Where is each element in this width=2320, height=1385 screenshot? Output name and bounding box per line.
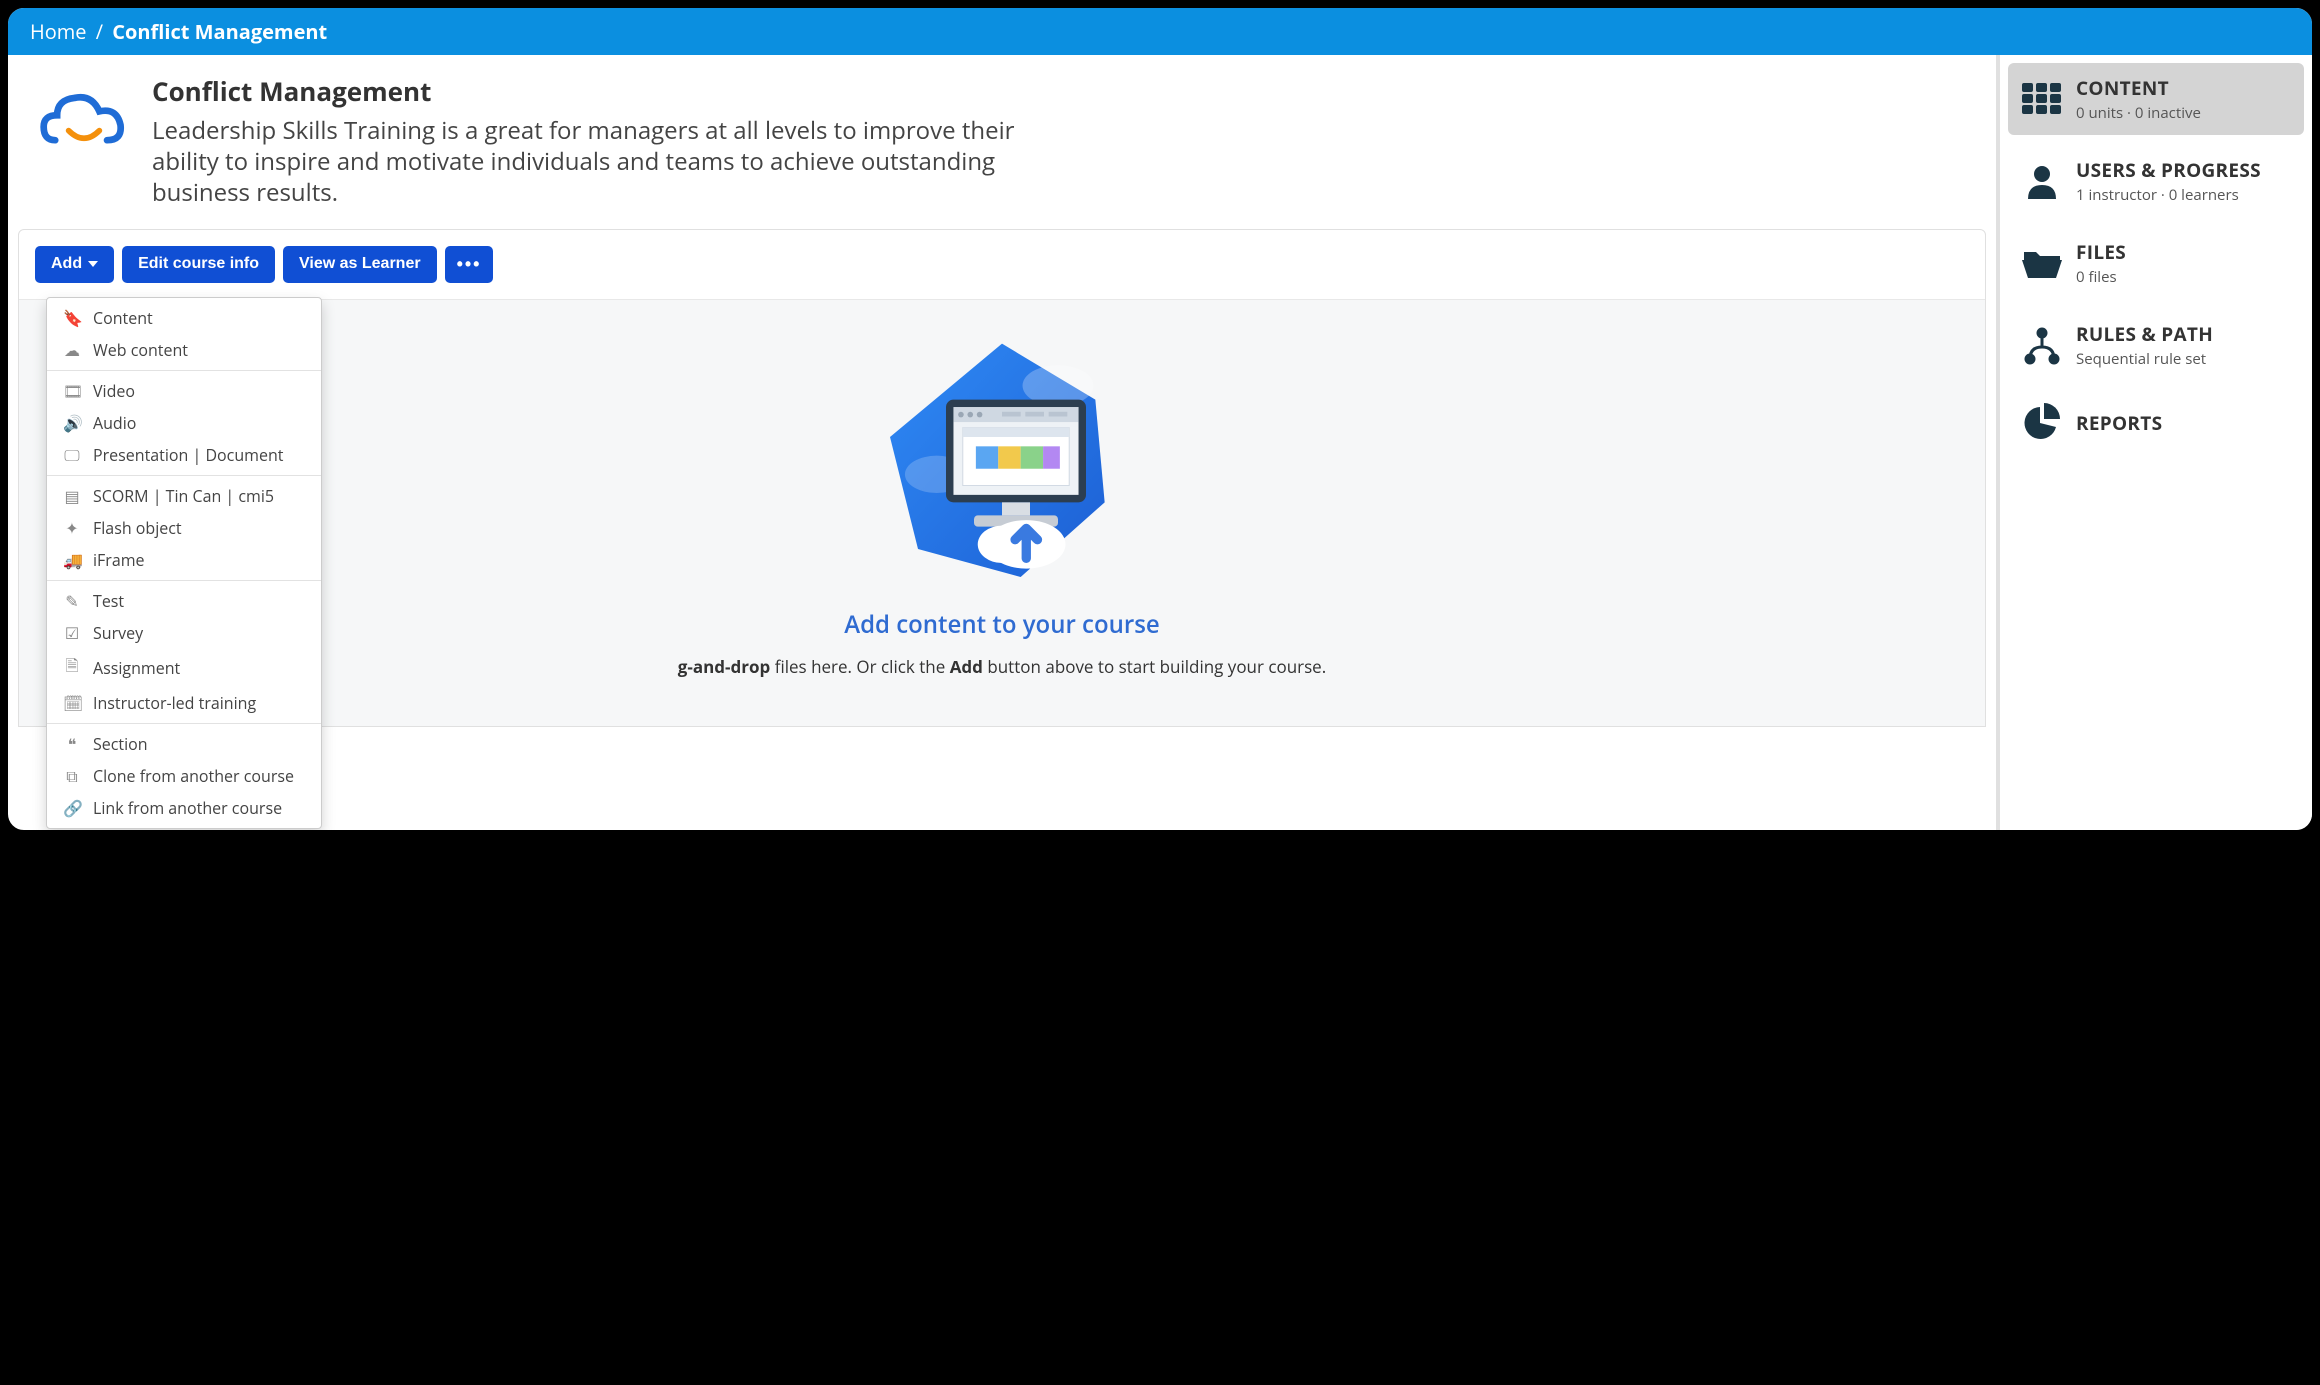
add-menu-web-content[interactable]: ☁Web content <box>47 334 321 366</box>
dropdown-separator <box>47 370 321 371</box>
sidebar-label: RULES & PATH <box>2076 321 2213 347</box>
add-button[interactable]: Add <box>35 246 114 283</box>
package-icon: ▤ <box>63 485 81 507</box>
sidebar-label: CONTENT <box>2076 75 2201 101</box>
path-icon <box>2022 325 2062 365</box>
document-icon: 🗎 <box>63 654 81 682</box>
sidebar-item-rules[interactable]: RULES & PATH Sequential rule set <box>2008 309 2304 381</box>
breadcrumb-title: Conflict Management <box>112 18 327 45</box>
sidebar-item-reports[interactable]: REPORTS <box>2008 391 2304 455</box>
sidebar-label: USERS & PROGRESS <box>2076 157 2261 183</box>
sidebar-sublabel: Sequential rule set <box>2076 349 2213 369</box>
check-icon: ☑ <box>63 622 81 644</box>
screen-icon: 🖵 <box>63 444 81 466</box>
add-button-label: Add <box>51 255 82 273</box>
empty-state-title: Add content to your course <box>39 608 1965 641</box>
right-sidebar: CONTENT 0 units · 0 inactive USERS & PRO… <box>1996 55 2312 831</box>
sidebar-label: REPORTS <box>2076 410 2162 436</box>
user-icon <box>2022 161 2062 201</box>
add-menu-survey[interactable]: ☑Survey <box>47 617 321 649</box>
sidebar-sublabel: 1 instructor · 0 learners <box>2076 185 2261 205</box>
sidebar-sublabel: 0 files <box>2076 267 2126 287</box>
add-menu-scorm[interactable]: ▤SCORM | Tin Can | cmi5 <box>47 480 321 512</box>
app-frame: Home / Conflict Management Conflict Mana… <box>6 6 2314 832</box>
dropdown-separator <box>47 475 321 476</box>
add-menu-video[interactable]: 🎞Video <box>47 375 321 407</box>
pie-chart-icon <box>2022 403 2062 443</box>
edit-icon: ✎ <box>63 590 81 612</box>
copy-icon: ⧉ <box>63 765 81 787</box>
add-menu-iframe[interactable]: 🚚iFrame <box>47 544 321 576</box>
edit-course-info-button[interactable]: Edit course info <box>122 246 275 283</box>
breadcrumb-sep: / <box>96 18 103 45</box>
link-icon: 🔗 <box>63 797 81 819</box>
empty-sub-dragdrop: g-and-drop <box>678 655 771 678</box>
puzzle-icon: ✦ <box>63 517 81 539</box>
truck-icon: 🚚 <box>63 549 81 571</box>
add-menu-presentation[interactable]: 🖵Presentation | Document <box>47 439 321 471</box>
calendar-icon: 🗓 <box>63 692 81 714</box>
sidebar-item-users[interactable]: USERS & PROGRESS 1 instructor · 0 learne… <box>2008 145 2304 217</box>
sidebar-sublabel: 0 units · 0 inactive <box>2076 103 2201 123</box>
course-title: Conflict Management <box>152 73 1032 109</box>
add-menu-flash[interactable]: ✦Flash object <box>47 512 321 544</box>
add-menu-content[interactable]: 🔖Content <box>47 302 321 334</box>
dropdown-separator <box>47 580 321 581</box>
empty-state-illustration <box>862 330 1142 600</box>
folder-icon <box>2022 243 2062 283</box>
course-logo <box>36 73 132 169</box>
view-as-learner-button[interactable]: View as Learner <box>283 246 437 283</box>
content-toolbar: Add Edit course info View as Learner ••• <box>19 230 1985 300</box>
add-menu-section[interactable]: ❝Section <box>47 728 321 760</box>
add-menu-audio[interactable]: 🔊Audio <box>47 407 321 439</box>
sidebar-item-files[interactable]: FILES 0 files <box>2008 227 2304 299</box>
dropdown-separator <box>47 723 321 724</box>
add-menu-link[interactable]: 🔗Link from another course <box>47 792 321 824</box>
empty-state-subtitle: g-and-drop files here. Or click the Add … <box>39 655 1965 678</box>
more-actions-button[interactable]: ••• <box>445 246 494 283</box>
add-menu-clone[interactable]: ⧉Clone from another course <box>47 760 321 792</box>
film-icon: 🎞 <box>63 380 81 402</box>
course-header: Conflict Management Leadership Skills Tr… <box>8 55 1996 215</box>
breadcrumb-bar: Home / Conflict Management <box>8 8 2312 55</box>
volume-icon: 🔊 <box>63 412 81 434</box>
bookmark-icon: 🔖 <box>63 307 81 329</box>
empty-sub-add: Add <box>950 655 983 678</box>
add-menu-ilt[interactable]: 🗓Instructor-led training <box>47 687 321 719</box>
sidebar-label: FILES <box>2076 239 2126 265</box>
quote-icon: ❝ <box>63 733 81 755</box>
cloud-icon: ☁ <box>63 339 81 361</box>
course-description: Leadership Skills Training is a great fo… <box>152 115 1032 209</box>
add-menu-test[interactable]: ✎Test <box>47 585 321 617</box>
sidebar-item-content[interactable]: CONTENT 0 units · 0 inactive <box>2008 63 2304 135</box>
caret-down-icon <box>88 261 98 267</box>
add-dropdown: 🔖Content ☁Web content 🎞Video 🔊Audio 🖵Pre… <box>46 297 322 829</box>
add-menu-assignment[interactable]: 🗎Assignment <box>47 649 321 687</box>
breadcrumb-home[interactable]: Home <box>30 18 87 45</box>
grid-icon <box>2022 79 2062 119</box>
